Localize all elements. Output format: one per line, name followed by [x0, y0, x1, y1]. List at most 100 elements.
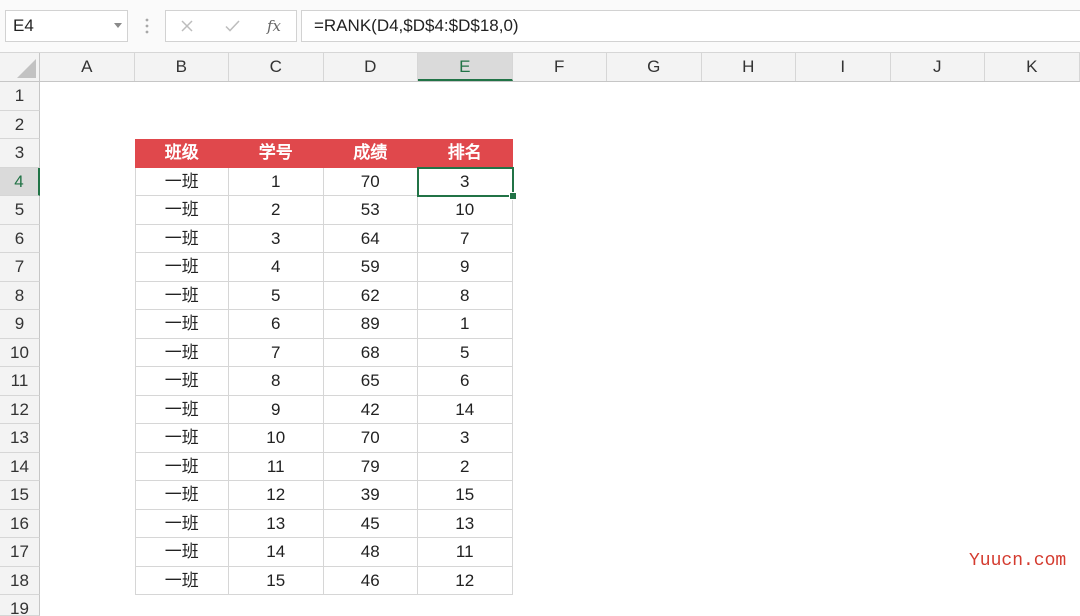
cell-D7[interactable]: 59	[323, 253, 418, 282]
row-header-4[interactable]: 4	[0, 167, 40, 196]
cell-E3[interactable]: 排名	[418, 139, 513, 168]
cell-D9[interactable]: 89	[323, 310, 418, 339]
cell-C10[interactable]: 7	[229, 338, 324, 367]
cell-C11[interactable]: 8	[229, 367, 324, 396]
cell-D3[interactable]: 成绩	[323, 139, 418, 168]
cell-B4[interactable]: 一班	[134, 167, 229, 196]
cell-C7[interactable]: 4	[229, 253, 324, 282]
fill-handle[interactable]	[508, 192, 517, 200]
row-header-10[interactable]: 10	[0, 338, 40, 367]
formula-text[interactable]: =RANK(D4,$D$4:$D$18,0)	[314, 11, 519, 41]
cell-D16[interactable]: 45	[323, 509, 418, 538]
cell-C14[interactable]: 11	[229, 452, 324, 481]
cell-C9[interactable]: 6	[229, 310, 324, 339]
cell-B17[interactable]: 一班	[134, 538, 229, 567]
column-header-J[interactable]: J	[891, 53, 985, 81]
cell-E11[interactable]: 6	[418, 367, 513, 396]
cell-B12[interactable]: 一班	[134, 395, 229, 424]
row-header-18[interactable]: 18	[0, 566, 40, 595]
name-box-value[interactable]: E4	[13, 11, 34, 41]
cell-E14[interactable]: 2	[418, 452, 513, 481]
cell-E17[interactable]: 11	[418, 538, 513, 567]
cell-D4[interactable]: 70	[323, 167, 418, 196]
cell-B6[interactable]: 一班	[134, 224, 229, 253]
cell-B11[interactable]: 一班	[134, 367, 229, 396]
cell-E12[interactable]: 14	[418, 395, 513, 424]
column-header-K[interactable]: K	[985, 53, 1080, 81]
cancel-button[interactable]	[169, 11, 205, 41]
select-all-button[interactable]	[0, 53, 40, 81]
cell-E16[interactable]: 13	[418, 509, 513, 538]
column-header-E[interactable]: E	[418, 53, 513, 81]
cell-D6[interactable]: 64	[323, 224, 418, 253]
cell-E6[interactable]: 7	[418, 224, 513, 253]
row-header-8[interactable]: 8	[0, 281, 40, 310]
cell-B13[interactable]: 一班	[134, 424, 229, 453]
cell-E9[interactable]: 1	[418, 310, 513, 339]
cell-B10[interactable]: 一班	[134, 338, 229, 367]
row-header-3[interactable]: 3	[0, 139, 40, 168]
row-header-1[interactable]: 1	[0, 82, 40, 111]
row-header-11[interactable]: 11	[0, 367, 40, 396]
cell-D15[interactable]: 39	[323, 481, 418, 510]
enter-button[interactable]	[214, 11, 250, 41]
column-header-I[interactable]: I	[796, 53, 891, 81]
cell-C5[interactable]: 2	[229, 196, 324, 225]
column-header-B[interactable]: B	[135, 53, 229, 81]
cell-D14[interactable]: 79	[323, 452, 418, 481]
row-header-16[interactable]: 16	[0, 509, 40, 538]
row-header-7[interactable]: 7	[0, 253, 40, 282]
cell-D10[interactable]: 68	[323, 338, 418, 367]
cell-E5[interactable]: 10	[418, 196, 513, 225]
cell-E8[interactable]: 8	[418, 281, 513, 310]
cell-B7[interactable]: 一班	[134, 253, 229, 282]
cell-C15[interactable]: 12	[229, 481, 324, 510]
cell-D11[interactable]: 65	[323, 367, 418, 396]
cell-D13[interactable]: 70	[323, 424, 418, 453]
cell-B15[interactable]: 一班	[134, 481, 229, 510]
row-header-12[interactable]: 12	[0, 395, 40, 424]
cell-E18[interactable]: 12	[418, 566, 513, 595]
cell-E7[interactable]: 9	[418, 253, 513, 282]
column-header-C[interactable]: C	[229, 53, 324, 81]
cell-D17[interactable]: 48	[323, 538, 418, 567]
cell-E15[interactable]: 15	[418, 481, 513, 510]
column-header-G[interactable]: G	[607, 53, 702, 81]
chevron-down-icon[interactable]	[114, 23, 122, 29]
row-header-6[interactable]: 6	[0, 224, 40, 253]
cell-B14[interactable]: 一班	[134, 452, 229, 481]
cell-B16[interactable]: 一班	[134, 509, 229, 538]
formula-input[interactable]: =RANK(D4,$D$4:$D$18,0)	[301, 10, 1080, 42]
cell-B9[interactable]: 一班	[134, 310, 229, 339]
cell-C17[interactable]: 14	[229, 538, 324, 567]
cell-C3[interactable]: 学号	[229, 139, 324, 168]
cell-C13[interactable]: 10	[229, 424, 324, 453]
row-header-5[interactable]: 5	[0, 196, 40, 225]
cell-C16[interactable]: 13	[229, 509, 324, 538]
cell-C6[interactable]: 3	[229, 224, 324, 253]
cell-C4[interactable]: 1	[229, 167, 324, 196]
insert-function-button[interactable]: fx	[256, 11, 292, 41]
row-header-9[interactable]: 9	[0, 310, 40, 339]
column-header-H[interactable]: H	[702, 53, 796, 81]
vertical-ellipsis-icon[interactable]	[143, 17, 151, 35]
column-header-D[interactable]: D	[324, 53, 418, 81]
cell-C8[interactable]: 5	[229, 281, 324, 310]
cell-C18[interactable]: 15	[229, 566, 324, 595]
row-header-2[interactable]: 2	[0, 110, 40, 139]
row-header-13[interactable]: 13	[0, 424, 40, 453]
cell-D18[interactable]: 46	[323, 566, 418, 595]
cell-D5[interactable]: 53	[323, 196, 418, 225]
cell-B5[interactable]: 一班	[134, 196, 229, 225]
row-header-14[interactable]: 14	[0, 452, 40, 481]
column-header-F[interactable]: F	[513, 53, 607, 81]
row-header-15[interactable]: 15	[0, 481, 40, 510]
cell-E10[interactable]: 5	[418, 338, 513, 367]
cell-B3[interactable]: 班级	[134, 139, 229, 168]
name-box[interactable]: E4	[5, 10, 128, 42]
row-header-17[interactable]: 17	[0, 538, 40, 567]
cell-B8[interactable]: 一班	[134, 281, 229, 310]
cell-D12[interactable]: 42	[323, 395, 418, 424]
cell-B18[interactable]: 一班	[134, 566, 229, 595]
cell-D8[interactable]: 62	[323, 281, 418, 310]
